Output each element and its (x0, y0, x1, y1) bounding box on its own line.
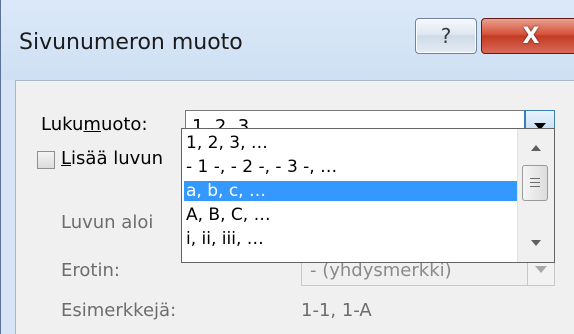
examples-value: 1-1, 1-A (301, 300, 372, 321)
include-chapter-checkbox[interactable] (37, 151, 55, 169)
scroll-up-icon[interactable] (531, 145, 541, 151)
list-item[interactable]: A, B, C, … (184, 205, 520, 225)
list-item-selected[interactable]: a, b, c, … (184, 181, 520, 201)
grip-line (530, 178, 540, 179)
separator-value: - (yhdysmerkki) (310, 260, 452, 281)
help-icon: ? (440, 24, 452, 48)
help-button[interactable]: ? (415, 18, 477, 54)
dropdown-scrollbar[interactable] (517, 129, 554, 262)
list-item[interactable]: i, ii, iii, … (184, 229, 520, 249)
number-format-dropdown-list[interactable]: 1, 2, 3, … - 1 -, - 2 -, - 3 -, … a, b, … (181, 128, 555, 263)
grip-line (530, 186, 540, 187)
list-item[interactable]: 1, 2, 3, … (184, 133, 520, 153)
scroll-down-icon[interactable] (531, 240, 541, 246)
number-format-label: Lukumuoto: (41, 114, 148, 135)
scroll-thumb[interactable] (522, 165, 548, 201)
grip-line (530, 182, 540, 183)
separator-label: Erotin: (61, 260, 120, 281)
dialog-window: Sivunumeron muoto ? X Lukumuoto: 1, 2, 3… (0, 0, 574, 334)
title-bar[interactable]: Sivunumeron muoto ? X (1, 0, 574, 80)
include-chapter-label[interactable]: Lisää luvun (61, 148, 163, 169)
dialog-title: Sivunumeron muoto (19, 30, 243, 55)
close-button[interactable]: X (481, 18, 574, 54)
examples-label: Esimerkkejä: (61, 300, 177, 321)
chapter-start-style-label: Luvun aloi (61, 212, 154, 233)
close-icon: X (522, 23, 540, 49)
list-item[interactable]: - 1 -, - 2 -, - 3 -, … (184, 157, 520, 177)
